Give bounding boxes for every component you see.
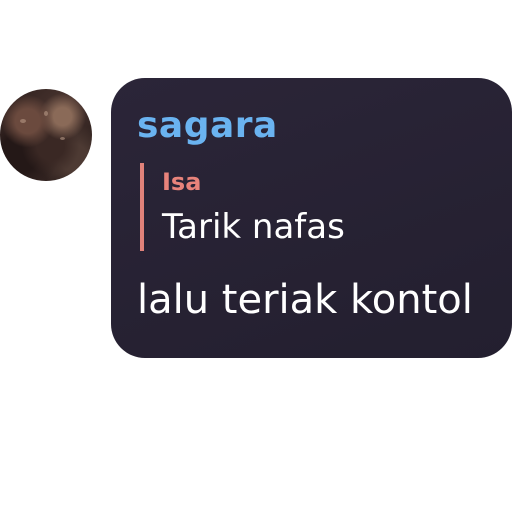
reply-quote[interactable]: Isa Tarik nafas (140, 163, 345, 251)
reply-text: Tarik nafas (162, 207, 345, 247)
avatar-detail (44, 111, 48, 116)
avatar-detail (60, 137, 65, 140)
sticker-canvas: sagara Isa Tarik nafas lalu teriak konto… (0, 0, 512, 512)
message-bubble[interactable]: sagara Isa Tarik nafas lalu teriak konto… (111, 78, 512, 358)
sender-name[interactable]: sagara (137, 108, 278, 144)
reply-author: Isa (162, 168, 202, 196)
avatar[interactable] (0, 89, 92, 181)
message-text: lalu teriak kontol (137, 277, 473, 323)
avatar-detail (20, 119, 26, 123)
